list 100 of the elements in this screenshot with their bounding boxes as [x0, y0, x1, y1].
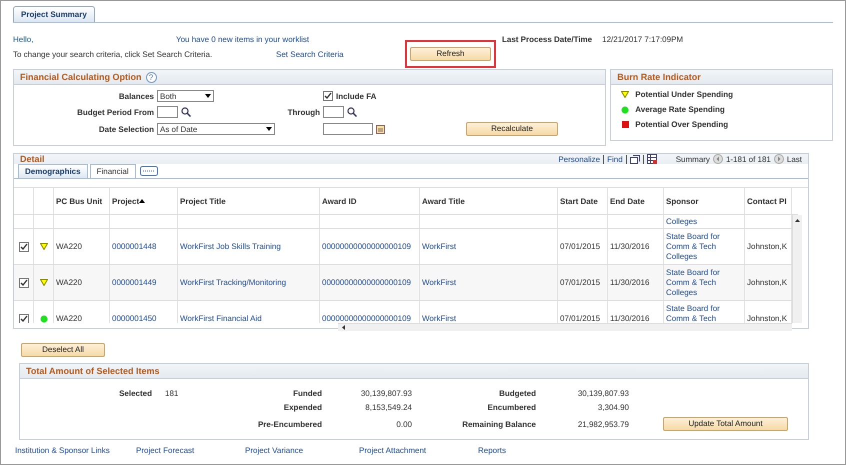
legend-label: Potential Over Spending: [635, 120, 728, 129]
footer-link[interactable]: Reports: [478, 446, 538, 455]
panel-title: Total Amount of Selected Items: [26, 366, 160, 376]
legend-label: Average Rate Spending: [635, 105, 725, 114]
column-header[interactable]: Start Date: [560, 196, 598, 206]
project-title-link[interactable]: WorkFirst Job Skills Training: [180, 242, 281, 251]
date-selection-label: Date Selection: [98, 124, 154, 134]
scroll-left-icon[interactable]: [342, 325, 345, 330]
panel-title: Detail: [20, 154, 45, 164]
table-cell: 07/01/2015: [560, 314, 600, 323]
column-header[interactable]: Sponsor: [666, 196, 698, 206]
award-title-link[interactable]: WorkFirst: [422, 278, 456, 287]
through-label: Through: [288, 108, 320, 116]
award-title-link[interactable]: WorkFirst: [422, 242, 456, 251]
last-process-label: Last Process Date/Time: [502, 35, 592, 44]
calendar-icon[interactable]: [376, 124, 385, 134]
deselect-all-button[interactable]: Deselect All: [21, 343, 105, 357]
date-input[interactable]: [323, 123, 373, 135]
project-title-link[interactable]: WorkFirst Financial Aid: [180, 314, 262, 323]
amount-label: Encumbered: [488, 403, 536, 412]
find-link[interactable]: Find: [607, 154, 623, 164]
column-header[interactable]: Contact PI: [747, 196, 787, 206]
budget-period-input[interactable]: [157, 106, 178, 118]
footer-link[interactable]: Project Variance: [245, 446, 359, 455]
column-header[interactable]: Project Title: [180, 196, 226, 206]
footer-link[interactable]: Project Attachment: [359, 446, 478, 455]
checkbox[interactable]: [18, 314, 28, 323]
footer-link[interactable]: Project Forecast: [136, 446, 245, 455]
award-id-link[interactable]: 00000000000000000109: [322, 314, 411, 323]
amount-value: 30,139,807.93: [578, 389, 629, 398]
table-cell: 11/30/2016: [610, 242, 650, 251]
amount-label: Remaining Balance: [462, 420, 536, 428]
caret-icon: [205, 94, 211, 98]
project-link[interactable]: 0000001449: [112, 278, 156, 287]
award-title-link[interactable]: WorkFirst: [422, 314, 456, 323]
balances-label: Balances: [118, 92, 154, 100]
amount-value: 8,153,549.24: [365, 403, 412, 412]
budget-period-label: Budget Period From: [77, 108, 154, 116]
scroll-up-icon[interactable]: [795, 219, 800, 222]
column-header[interactable]: PC Bus Unit: [56, 196, 102, 206]
amount-value: 0.00: [396, 420, 412, 428]
table-cell: WA220: [56, 314, 82, 323]
grid-icon[interactable]: [646, 154, 657, 164]
sponsor-link[interactable]: State Board for Comm & Tech Colleges: [666, 268, 742, 298]
column-header[interactable]: End Date: [610, 196, 645, 206]
balances-select[interactable]: Both: [157, 90, 214, 102]
update-total-button[interactable]: Update Total Amount: [663, 417, 788, 431]
column-header[interactable]: Project: [112, 196, 140, 206]
table-cell: 07/01/2015: [560, 278, 600, 287]
refresh-button[interactable]: Refresh: [410, 47, 491, 61]
expand-tabs-icon[interactable]: [140, 166, 158, 176]
amount-value: 30,139,807.93: [360, 389, 412, 398]
page-tab[interactable]: Project Summary: [13, 6, 95, 22]
horizontal-scrollbar[interactable]: [338, 323, 792, 331]
panel-title: Burn Rate Indicator: [617, 72, 701, 82]
column-header[interactable]: Award ID: [322, 196, 357, 206]
search-icon[interactable]: [347, 107, 357, 117]
include-fa-label: Include FA: [336, 92, 376, 100]
checkbox[interactable]: [18, 278, 28, 288]
last-link[interactable]: Last: [786, 154, 802, 164]
legend-label: Potential Under Spending: [635, 90, 734, 99]
date-selection-select[interactable]: As of Date: [157, 123, 275, 135]
previous-icon[interactable]: [712, 154, 723, 164]
selected-label: Selected: [119, 389, 152, 398]
help-icon[interactable]: ?: [146, 72, 157, 82]
grid-tab[interactable]: Financial: [90, 164, 136, 178]
view-all-icon[interactable]: [630, 154, 640, 164]
next-icon[interactable]: [774, 154, 784, 164]
amount-label: Budgeted: [499, 389, 536, 398]
summary-label: Summary: [676, 154, 710, 164]
amount-label: Funded: [293, 389, 322, 398]
vertical-scrollbar[interactable]: [792, 215, 802, 323]
sponsor-link[interactable]: Colleges: [666, 217, 698, 226]
amount-value: 3,304.90: [598, 403, 629, 412]
sponsor-link[interactable]: State Board for Comm & Tech: [666, 304, 742, 323]
project-title-link[interactable]: WorkFirst Tracking/Monitoring: [180, 278, 286, 287]
checkbox[interactable]: [323, 91, 333, 101]
search-icon[interactable]: [181, 107, 191, 117]
checkbox[interactable]: [18, 242, 28, 252]
amount-value: 21,982,953.79: [578, 420, 629, 428]
project-link[interactable]: 0000001450: [112, 314, 156, 323]
column-header[interactable]: Award Title: [422, 196, 465, 206]
greeting: Hello,: [13, 35, 34, 44]
table-cell: Johnston,K: [747, 242, 788, 251]
table-cell: WA220: [56, 278, 82, 287]
table-cell: Johnston,K: [747, 314, 788, 323]
personalize-link[interactable]: Personalize: [558, 154, 600, 164]
set-search-criteria-link[interactable]: Set Search Criteria: [276, 50, 405, 58]
recalculate-button[interactable]: Recalculate: [466, 122, 558, 136]
award-id-link[interactable]: 00000000000000000109: [322, 242, 411, 251]
footer-link[interactable]: Institution & Sponsor Links: [15, 446, 136, 455]
award-id-link[interactable]: 00000000000000000109: [322, 278, 411, 287]
sort-icon: [139, 199, 146, 203]
table-cell: 11/30/2016: [610, 314, 650, 323]
grid-tab[interactable]: Demographics: [18, 164, 88, 178]
project-link[interactable]: 0000001448: [112, 242, 156, 251]
through-input[interactable]: [323, 106, 344, 118]
worklist-link[interactable]: You have 0 new items in your worklist: [176, 35, 502, 44]
range-label: 1-181 of 181: [726, 154, 771, 164]
sponsor-link[interactable]: State Board for Comm & Tech Colleges: [666, 232, 742, 262]
